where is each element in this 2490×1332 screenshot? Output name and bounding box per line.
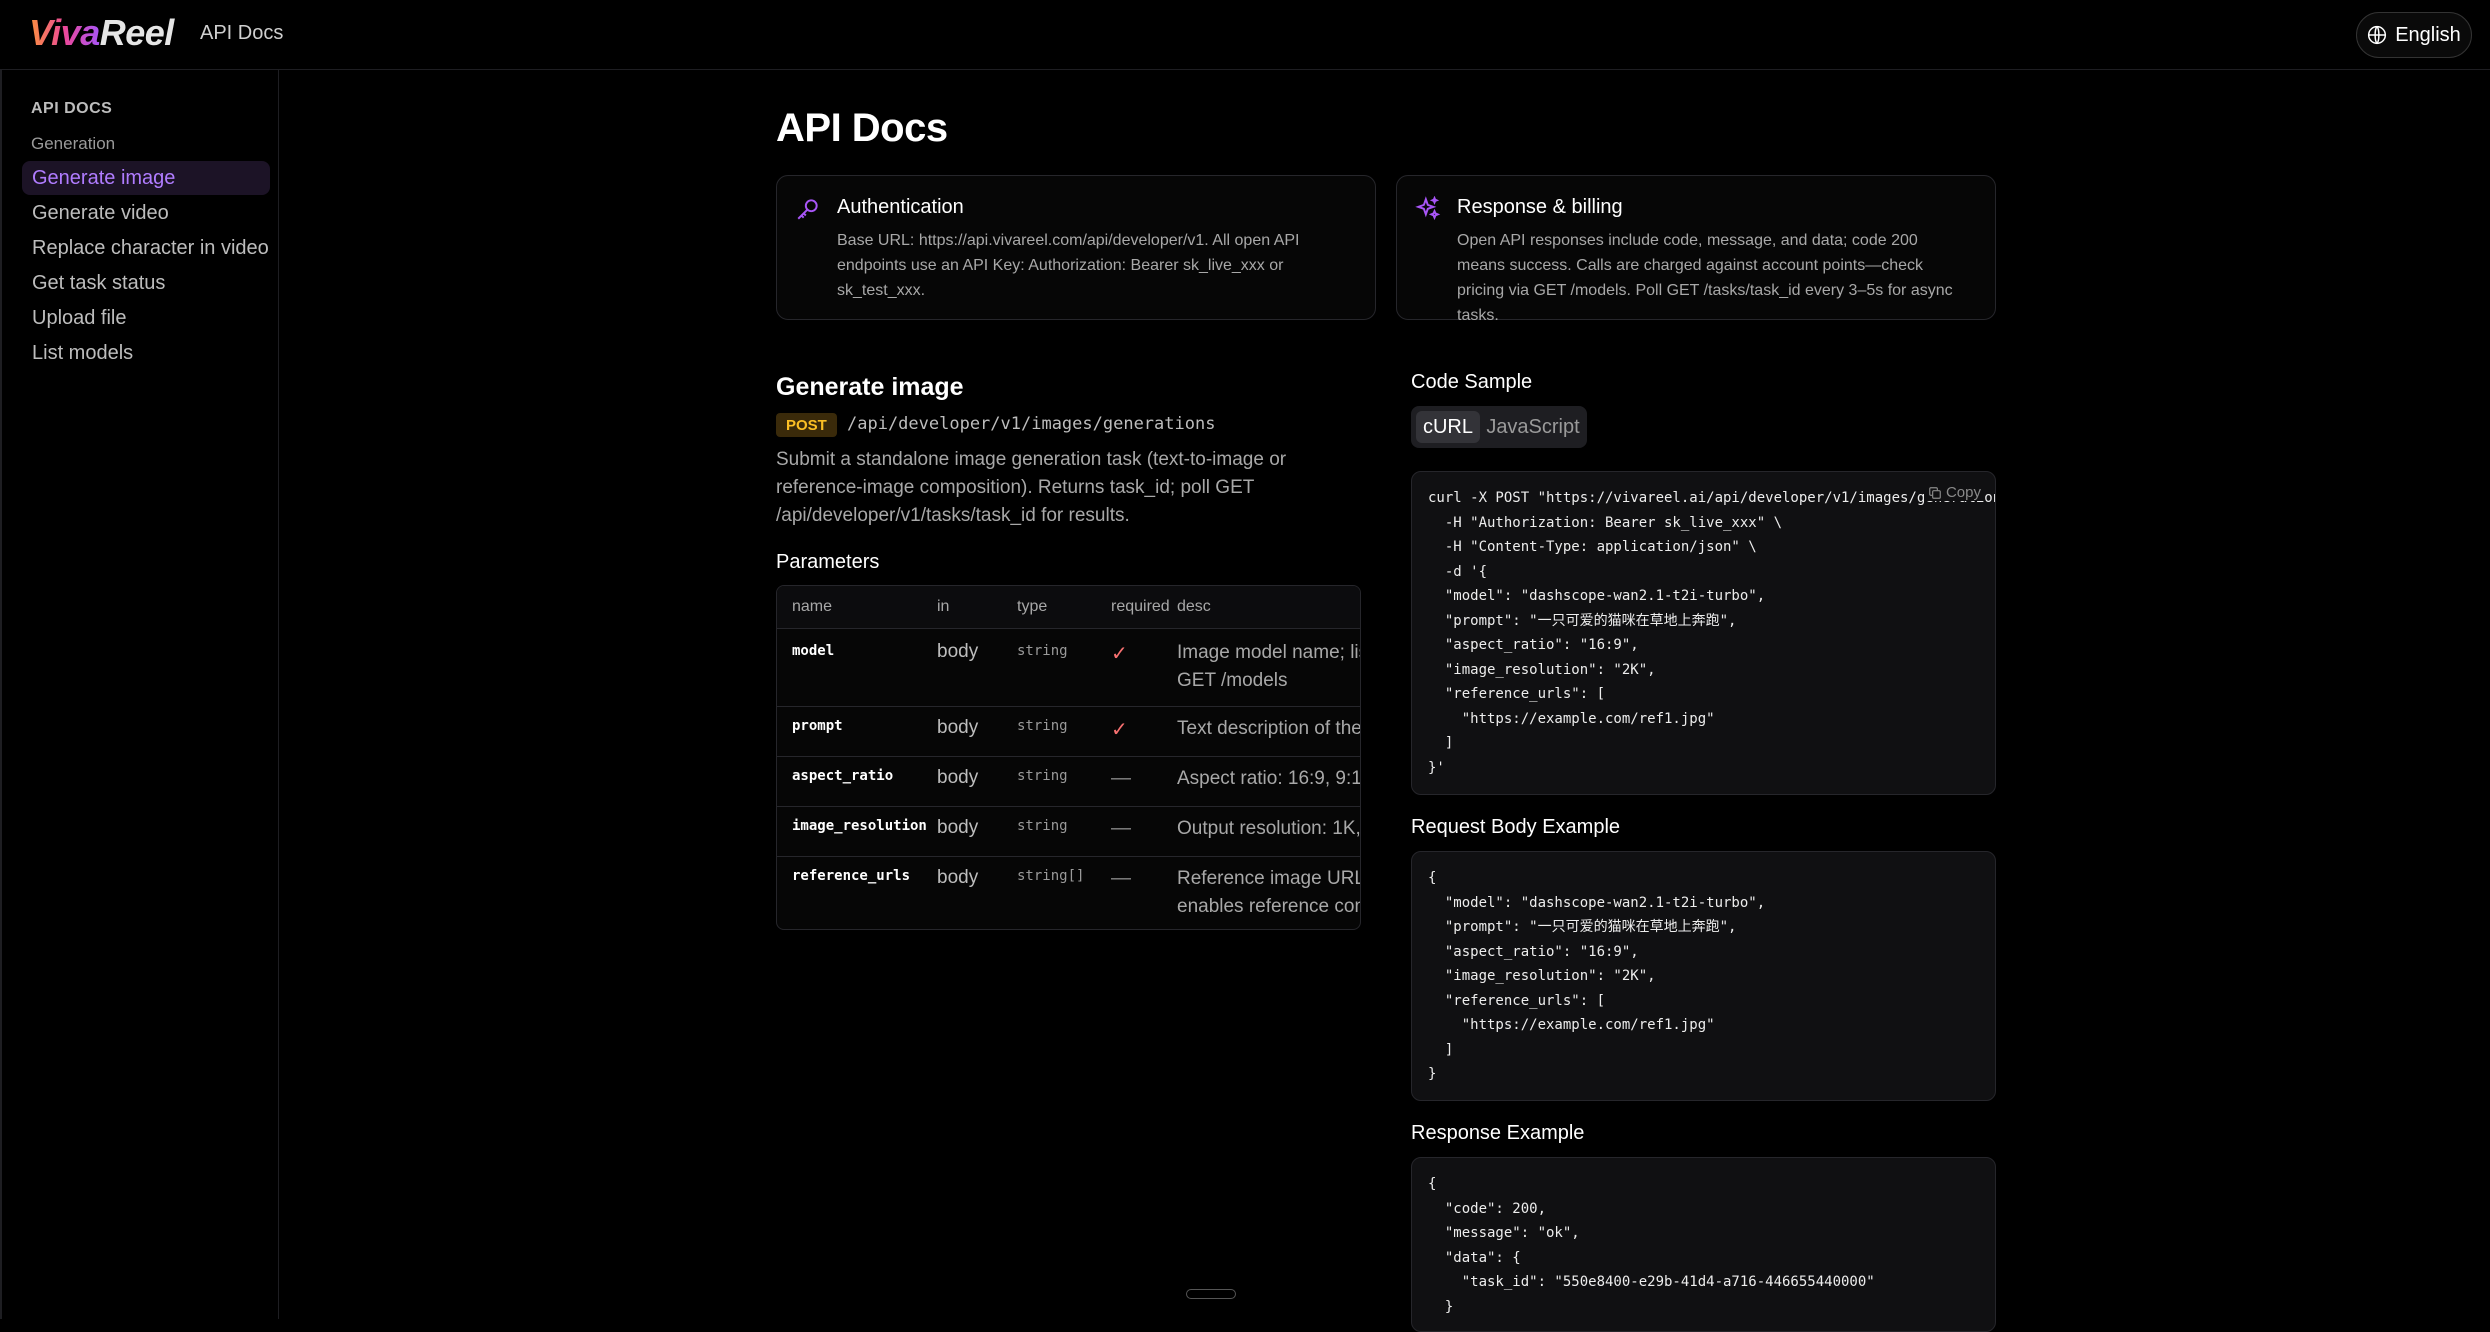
vivareel-logo[interactable]: VivaReel: [29, 12, 174, 54]
header-name: name: [792, 598, 833, 615]
param-desc-line2: GET /models: [1177, 670, 1288, 691]
header-desc: desc: [1177, 598, 1211, 615]
billing-card-title: Response & billing: [1457, 196, 1623, 218]
param-in: body: [937, 717, 979, 738]
sidebar-item-list-models[interactable]: List models: [22, 336, 270, 370]
curl-code-block[interactable]: curl -X POST "https://vivareel.ai/api/de…: [1411, 471, 1996, 795]
curl-code: curl -X POST "https://vivareel.ai/api/de…: [1428, 490, 1996, 776]
param-in: body: [937, 767, 979, 788]
key-icon: [797, 199, 818, 220]
param-name: model: [792, 643, 835, 659]
table-header: name in type required desc: [777, 586, 1360, 628]
sidebar: API DOCS Generation Generate image Gener…: [0, 70, 279, 1319]
param-type: string: [1017, 643, 1068, 659]
sidebar-item-get-task-status[interactable]: Get task status: [22, 266, 270, 300]
billing-card-text: Open API responses include code, message…: [1457, 232, 1953, 324]
table-row: aspect_ratio body string — Aspect ratio:…: [777, 756, 1360, 806]
response-example-code: { "code": 200, "message": "ok", "data": …: [1428, 1176, 1875, 1315]
required-check: ✓: [1111, 643, 1128, 665]
endpoint-title: Generate image: [776, 373, 964, 401]
endpoint-path: /api/developer/v1/images/generations: [847, 414, 1216, 434]
param-desc-line1: Reference image URLs: [1177, 868, 1361, 889]
response-example-block: { "code": 200, "message": "ok", "data": …: [1411, 1157, 1996, 1332]
billing-card: Response & billing Open API responses in…: [1396, 175, 1996, 324]
required-dash: —: [1111, 867, 1131, 889]
param-in: body: [937, 641, 979, 662]
language-button[interactable]: English: [2356, 12, 2472, 58]
nav-api-docs[interactable]: API Docs: [200, 22, 283, 45]
parameters-table: name in type required desc model body st…: [776, 585, 1361, 930]
logo-reel: Reel: [99, 12, 175, 53]
param-desc: Output resolution: 1K,: [1177, 818, 1361, 839]
copy-button[interactable]: Copy: [1923, 484, 1981, 501]
header-required: required: [1111, 598, 1170, 615]
param-in: body: [937, 867, 979, 888]
page-title: API Docs: [776, 106, 948, 150]
param-type: string[]: [1017, 868, 1085, 884]
sparkles-icon: [1415, 196, 1441, 221]
parameters-title: Parameters: [776, 551, 880, 573]
copy-label: Copy: [1945, 484, 1981, 501]
auth-card-title: Authentication: [837, 196, 964, 218]
required-dash: —: [1111, 817, 1131, 839]
language-label: English: [2395, 23, 2461, 46]
response-example-title: Response Example: [1411, 1122, 1585, 1144]
header-type: type: [1017, 598, 1048, 615]
param-desc-line2: enables reference com: [1177, 896, 1361, 917]
param-name: aspect_ratio: [792, 768, 894, 784]
param-name: reference_urls: [792, 868, 911, 884]
request-body-code: { "model": "dashscope-wan2.1-t2i-turbo",…: [1428, 870, 1766, 1082]
globe-icon: [2368, 25, 2387, 45]
code-tabs: cURL JavaScript: [1411, 406, 1587, 448]
sidebar-item-upload-file[interactable]: Upload file: [22, 301, 270, 335]
required-check: ✓: [1111, 719, 1128, 741]
param-type: string: [1017, 718, 1068, 734]
param-in: body: [937, 817, 979, 838]
param-name: prompt: [792, 718, 843, 734]
auth-card: Authentication Base URL: https://api.viv…: [776, 175, 1376, 320]
tab-javascript[interactable]: JavaScript: [1484, 411, 1582, 443]
logo-viva: Viva: [29, 12, 100, 53]
param-desc-line1: Image model name; lis: [1177, 642, 1361, 663]
request-body-title: Request Body Example: [1411, 816, 1621, 838]
scroll-handle[interactable]: [1186, 1289, 1236, 1299]
request-body-block: { "model": "dashscope-wan2.1-t2i-turbo",…: [1411, 851, 1996, 1101]
sidebar-group-generation: Generation: [31, 134, 116, 153]
table-row: model body string ✓ Image model name; li…: [777, 628, 1360, 706]
table-row: image_resolution body string — Output re…: [777, 806, 1360, 856]
param-name: image_resolution: [792, 818, 927, 834]
code-sample-title: Code Sample: [1411, 371, 1533, 393]
header-in: in: [937, 598, 950, 615]
tab-curl[interactable]: cURL: [1416, 411, 1480, 443]
param-desc: Aspect ratio: 16:9, 9:16: [1177, 768, 1361, 789]
param-type: string: [1017, 768, 1068, 784]
top-bar: VivaReel API Docs English: [0, 0, 2490, 70]
param-desc: Text description of the: [1177, 718, 1361, 739]
table-row: prompt body string ✓ Text description of…: [777, 706, 1360, 756]
required-dash: —: [1111, 767, 1131, 789]
sidebar-heading: API DOCS: [31, 100, 113, 117]
sidebar-item-generate-video[interactable]: Generate video: [22, 196, 270, 230]
param-desc: Reference image URLs enables reference co…: [1177, 865, 1361, 921]
auth-card-text: Base URL: https://api.vivareel.com/api/d…: [837, 232, 1300, 299]
endpoint-description: Submit a standalone image generation tas…: [776, 449, 1287, 526]
param-type: string: [1017, 818, 1068, 834]
sidebar-item-generate-image[interactable]: Generate image: [22, 161, 270, 195]
sidebar-item-replace-character[interactable]: Replace character in video: [22, 231, 270, 265]
param-desc: Image model name; lis GET /models: [1177, 639, 1361, 695]
copy-icon: [1929, 486, 1941, 499]
table-row: reference_urls body string[] — Reference…: [777, 856, 1361, 929]
method-badge: POST: [776, 413, 837, 437]
